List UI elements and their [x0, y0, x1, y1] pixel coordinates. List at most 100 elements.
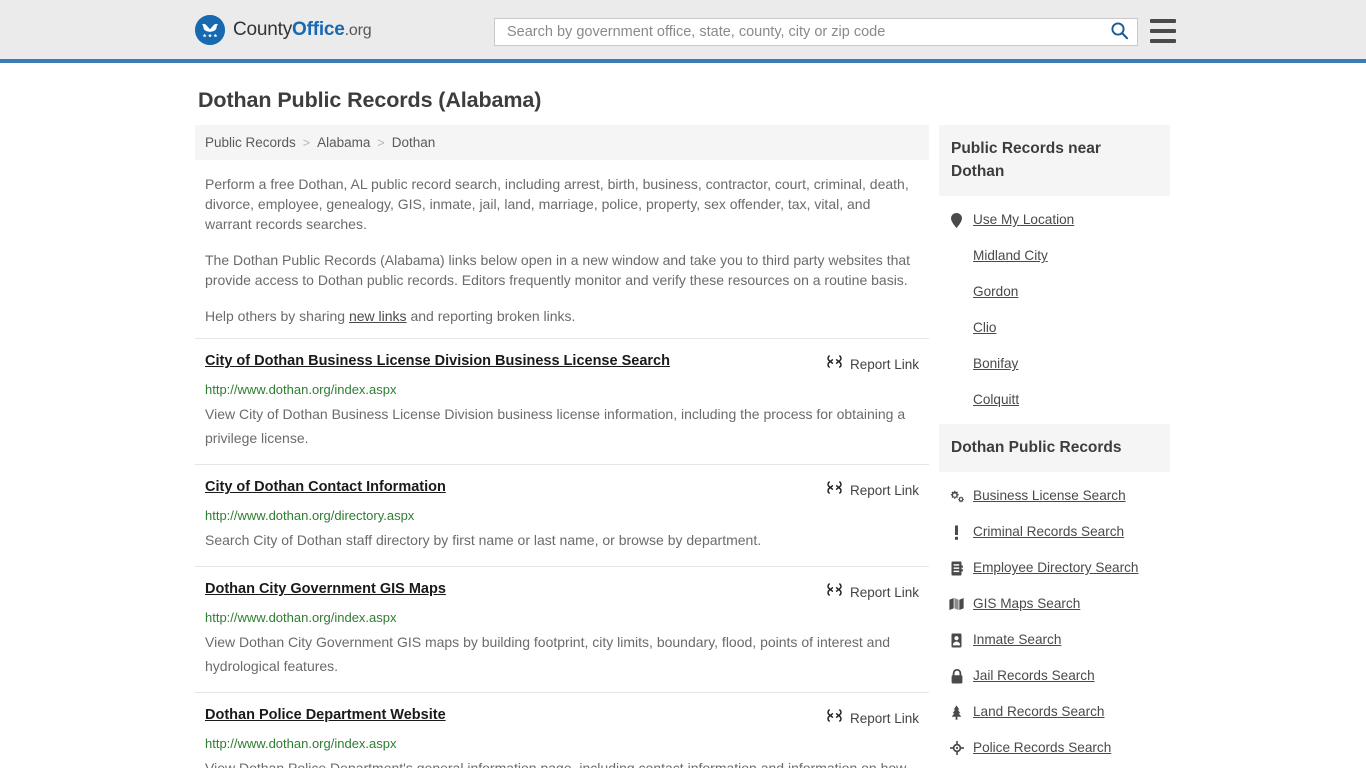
result-item: Dothan Police Department Website Report … — [195, 692, 929, 768]
sidebar-records-heading: Dothan Public Records — [939, 424, 1170, 472]
search-button[interactable] — [1108, 21, 1131, 43]
result-header: City of Dothan Contact Information Repor… — [205, 478, 919, 501]
sidebar-records-label[interactable]: Employee Directory Search — [973, 559, 1138, 577]
search-bar[interactable] — [494, 18, 1138, 46]
id-card-icon — [949, 633, 964, 648]
police-badge-icon — [949, 741, 964, 755]
sidebar-nearby-label[interactable]: Clio — [973, 319, 996, 337]
report-link-label: Report Link — [849, 482, 919, 498]
result-title-link[interactable]: City of Dothan Contact Information — [205, 478, 446, 496]
result-item: City of Dothan Business License Division… — [195, 338, 929, 464]
sidebar-records-label[interactable]: Criminal Records Search — [973, 523, 1124, 541]
result-url: http://www.dothan.org/index.aspx — [205, 736, 397, 751]
breadcrumb-item-alabama[interactable]: Alabama — [317, 135, 370, 150]
result-url: http://www.dothan.org/index.aspx — [205, 382, 397, 397]
brand-part-office: Office — [292, 18, 345, 40]
breadcrumb-item-dothan: Dothan — [391, 135, 436, 150]
result-url: http://www.dothan.org/index.aspx — [205, 610, 397, 625]
site-header: CountyOffice.org — [0, 0, 1366, 63]
result-description: View City of Dothan Business License Div… — [205, 406, 906, 446]
sidebar: Public Records near Dothan Use My Locati… — [939, 125, 1170, 768]
cogs-icon — [949, 490, 964, 503]
lock-icon — [949, 668, 964, 684]
result-item: City of Dothan Contact Information Repor… — [195, 464, 929, 566]
sidebar-records-list: Business License Search Criminal Records… — [939, 472, 1170, 766]
sidebar-nearby-list: Use My Location Midland City Gordon Clio — [939, 196, 1170, 418]
hamburger-bar-3 — [1150, 39, 1176, 43]
results-list: City of Dothan Business License Division… — [195, 338, 929, 768]
hamburger-bar-1 — [1150, 19, 1176, 23]
search-input[interactable] — [505, 19, 1108, 45]
sidebar-records-label[interactable]: Land Records Search — [973, 703, 1104, 721]
intro-section: Perform a free Dothan, AL public record … — [195, 160, 929, 326]
sidebar-records-box: Dothan Public Records Business License S… — [939, 424, 1170, 766]
sidebar-item-midland-city[interactable]: Midland City — [939, 238, 1170, 274]
sidebar-nearby-label[interactable]: Gordon — [973, 283, 1018, 301]
tree-icon — [949, 704, 964, 720]
sidebar-item-employee-directory-search[interactable]: Employee Directory Search — [939, 550, 1170, 586]
report-link-button[interactable]: Report Link — [826, 353, 919, 375]
sidebar-records-label[interactable]: Business License Search — [973, 487, 1126, 505]
map-icon — [949, 597, 964, 611]
broken-link-icon — [826, 479, 843, 501]
sidebar-item-jail-records-search[interactable]: Jail Records Search — [939, 658, 1170, 694]
hamburger-bar-2 — [1150, 29, 1176, 33]
sidebar-item-gis-maps-search[interactable]: GIS Maps Search — [939, 586, 1170, 622]
site-logo-link[interactable]: CountyOffice.org — [195, 14, 372, 45]
broken-link-icon — [826, 581, 843, 603]
site-logo-text: CountyOffice.org — [233, 18, 372, 41]
report-link-label: Report Link — [849, 356, 919, 372]
sidebar-nearby-label[interactable]: Colquitt — [973, 391, 1019, 409]
intro-paragraph-1: Perform a free Dothan, AL public record … — [205, 176, 909, 232]
sidebar-nearby-label[interactable]: Bonifay — [973, 355, 1018, 373]
eagle-stars-logo-icon — [195, 14, 225, 45]
sidebar-item-bonifay[interactable]: Bonifay — [939, 346, 1170, 382]
breadcrumb-item-public-records[interactable]: Public Records — [205, 135, 296, 150]
sidebar-records-label[interactable]: Inmate Search — [973, 631, 1061, 649]
result-description: View Dothan City Government GIS maps by … — [205, 634, 891, 674]
sidebar-records-label[interactable]: GIS Maps Search — [973, 595, 1080, 613]
broken-link-icon — [826, 353, 843, 375]
result-header: Dothan Police Department Website Report … — [205, 706, 919, 729]
map-pin-icon — [949, 212, 964, 228]
result-description: Search City of Dothan staff directory by… — [205, 532, 762, 548]
report-link-button[interactable]: Report Link — [826, 707, 919, 729]
result-description: View Dothan Police Department's general … — [205, 760, 907, 768]
search-icon — [1110, 21, 1129, 43]
sidebar-item-gordon[interactable]: Gordon — [939, 274, 1170, 310]
sidebar-records-label[interactable]: Police Records Search — [973, 739, 1111, 757]
result-title-link[interactable]: City of Dothan Business License Division… — [205, 352, 670, 370]
sidebar-item-clio[interactable]: Clio — [939, 310, 1170, 346]
report-link-button[interactable]: Report Link — [826, 581, 919, 603]
broken-link-icon — [826, 707, 843, 729]
brand-part-org: .org — [344, 21, 372, 39]
result-header: City of Dothan Business License Division… — [205, 352, 919, 375]
result-title-link[interactable]: Dothan City Government GIS Maps — [205, 580, 446, 598]
report-link-button[interactable]: Report Link — [826, 479, 919, 501]
report-link-label: Report Link — [849, 584, 919, 600]
breadcrumb-separator-1: > — [302, 135, 311, 150]
hamburger-menu-icon[interactable] — [1150, 19, 1176, 43]
exclamation-icon — [949, 525, 964, 540]
intro-paragraph-2: The Dothan Public Records (Alabama) link… — [205, 252, 911, 288]
sidebar-item-criminal-records-search[interactable]: Criminal Records Search — [939, 514, 1170, 550]
sidebar-nearby-box: Public Records near Dothan Use My Locati… — [939, 125, 1170, 418]
sidebar-records-label[interactable]: Jail Records Search — [973, 667, 1095, 685]
result-header: Dothan City Government GIS Maps Report L… — [205, 580, 919, 603]
sidebar-nearby-label[interactable]: Midland City — [973, 247, 1048, 265]
sidebar-item-colquitt[interactable]: Colquitt — [939, 382, 1170, 418]
sidebar-item-land-records-search[interactable]: Land Records Search — [939, 694, 1170, 730]
sidebar-item-police-records-search[interactable]: Police Records Search — [939, 730, 1170, 766]
brand-part-county: County — [233, 18, 293, 40]
sidebar-item-business-license-search[interactable]: Business License Search — [939, 478, 1170, 514]
intro-paragraph-3: Help others by sharing new links and rep… — [205, 306, 919, 326]
main-column: Public Records > Alabama > Dothan Perfor… — [195, 125, 929, 768]
intro-p3-before: Help others by sharing — [205, 308, 349, 324]
address-book-icon — [949, 561, 964, 576]
sidebar-item-inmate-search[interactable]: Inmate Search — [939, 622, 1170, 658]
new-links-link[interactable]: new links — [349, 308, 407, 324]
result-title-link[interactable]: Dothan Police Department Website — [205, 706, 446, 724]
sidebar-nearby-label[interactable]: Use My Location — [973, 211, 1074, 229]
result-item: Dothan City Government GIS Maps Report L… — [195, 566, 929, 692]
sidebar-item-use-my-location[interactable]: Use My Location — [939, 202, 1170, 238]
